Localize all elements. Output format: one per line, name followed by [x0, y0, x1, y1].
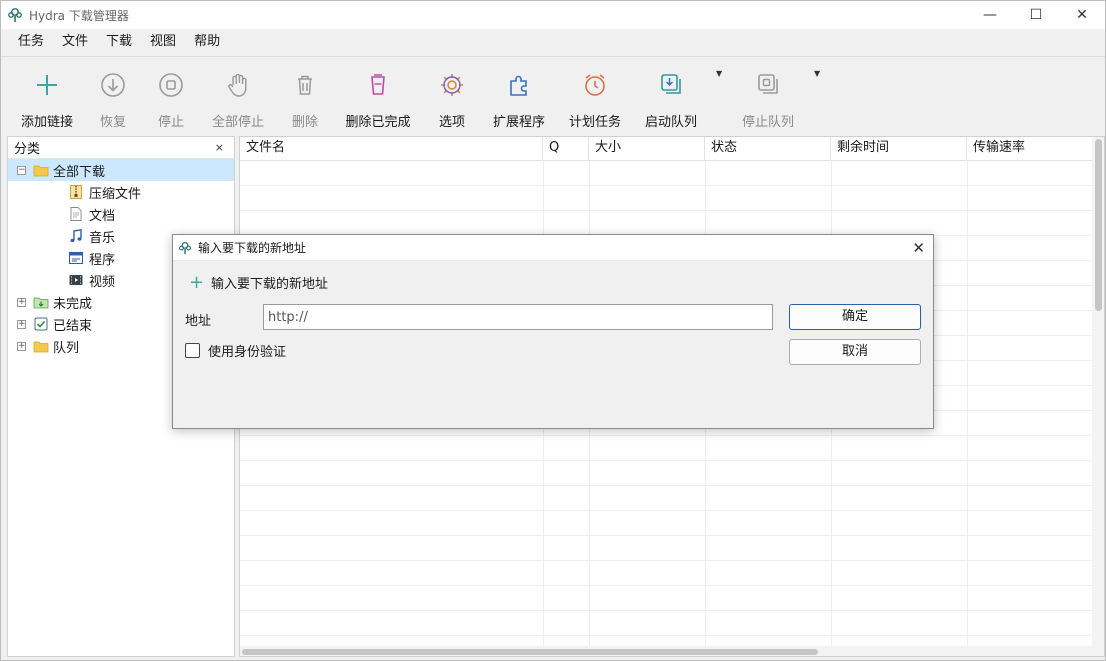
- category-panel-header: 分类 ×: [8, 137, 234, 159]
- tree-expand-icon[interactable]: +: [17, 297, 26, 307]
- stop-button[interactable]: 停止: [151, 57, 191, 133]
- video-film-icon: [69, 275, 83, 285]
- table-row[interactable]: [240, 161, 1092, 186]
- horizontal-scrollbar-thumb[interactable]: [242, 649, 818, 655]
- resume-button[interactable]: 恢复: [93, 57, 133, 133]
- table-row[interactable]: [240, 211, 1092, 236]
- menu-file[interactable]: 文件: [53, 29, 97, 55]
- hydra-logo-icon: [179, 241, 191, 254]
- horizontal-scrollbar[interactable]: [240, 646, 1104, 656]
- vertical-scrollbar-thumb[interactable]: [1095, 139, 1102, 311]
- address-label: 地址: [185, 314, 212, 329]
- table-row[interactable]: [240, 536, 1092, 561]
- menu-help[interactable]: 帮助: [185, 29, 229, 55]
- alarm-clock-icon: [585, 74, 605, 96]
- download-circle-icon: [101, 73, 125, 97]
- stop-queue-dropdown-icon[interactable]: ▼: [814, 69, 820, 78]
- plus-icon: [37, 75, 57, 95]
- unfinished-folder-icon: [33, 297, 49, 309]
- column-header-transfer-rate[interactable]: 传输速率: [967, 137, 1092, 161]
- window-controls: — ☐ ✕: [967, 1, 1105, 29]
- column-divider: [967, 161, 968, 648]
- dialog-heading: + 输入要下载的新地址: [189, 271, 329, 293]
- zip-file-icon: [70, 185, 82, 199]
- main-window: Hydra 下载管理器 — ☐ ✕ 任务 文件 下载 视图 帮助 添加链接 恢复…: [0, 0, 1106, 661]
- menu-task[interactable]: 任务: [9, 29, 53, 55]
- column-header-q[interactable]: Q: [543, 137, 589, 161]
- options-button[interactable]: 选项: [433, 57, 471, 133]
- cup-icon: [371, 74, 385, 95]
- table-row[interactable]: [240, 511, 1092, 536]
- stop-circle-icon: [159, 73, 183, 97]
- start-queue-dropdown-icon[interactable]: ▼: [716, 69, 722, 78]
- hand-icon: [228, 73, 247, 97]
- use-authentication-row[interactable]: 使用身份验证: [185, 341, 286, 360]
- start-queue-button[interactable]: 启动队列: [641, 57, 701, 133]
- puzzle-icon: [510, 75, 527, 96]
- stop-all-button[interactable]: 全部停止: [209, 57, 267, 133]
- table-header: 文件名 Q 大小 状态 剩余时间 传输速率: [240, 137, 1092, 161]
- document-icon: [70, 207, 82, 221]
- tree-item-compressed[interactable]: 压缩文件: [8, 181, 234, 203]
- plus-icon: +: [189, 271, 205, 293]
- folder-icon: [33, 165, 49, 177]
- column-header-time-left[interactable]: 剩余时间: [831, 137, 967, 161]
- table-row[interactable]: [240, 436, 1092, 461]
- category-panel-close-icon[interactable]: ×: [215, 141, 224, 154]
- menu-download[interactable]: 下载: [97, 29, 141, 55]
- close-button[interactable]: ✕: [1059, 1, 1105, 29]
- trash-icon: [298, 75, 312, 95]
- title-bar: Hydra 下载管理器 — ☐ ✕: [1, 1, 1105, 29]
- tree-collapse-icon[interactable]: −: [17, 165, 26, 175]
- menu-view[interactable]: 视图: [141, 29, 185, 55]
- dialog-title: 输入要下载的新地址: [198, 241, 307, 255]
- toolbar: 添加链接 恢复 停止 全部停止 删除 删除已完成 选项 扩展程序 计划任务 启动…: [1, 56, 1105, 132]
- music-note-icon: [70, 228, 82, 243]
- extensions-button[interactable]: 扩展程序: [491, 57, 547, 133]
- table-row[interactable]: [240, 611, 1092, 636]
- check-box-icon: [34, 317, 48, 331]
- column-header-filename[interactable]: 文件名: [240, 137, 543, 161]
- delete-completed-button[interactable]: 删除已完成: [343, 57, 413, 133]
- scheduler-button[interactable]: 计划任务: [567, 57, 623, 133]
- category-panel-title: 分类: [14, 142, 41, 157]
- maximize-button[interactable]: ☐: [1013, 1, 1059, 29]
- window-title: Hydra 下载管理器: [29, 8, 129, 23]
- ok-button[interactable]: 确定: [789, 304, 921, 330]
- delete-button[interactable]: 删除: [287, 57, 323, 133]
- dialog-close-icon[interactable]: ✕: [912, 239, 925, 257]
- queue-stop-icon: [758, 74, 778, 94]
- tree-item-all-downloads[interactable]: − 全部下载: [8, 159, 234, 181]
- minimize-button[interactable]: —: [967, 1, 1013, 29]
- queue-download-icon: [661, 74, 681, 94]
- table-row[interactable]: [240, 486, 1092, 511]
- address-input[interactable]: [263, 304, 773, 330]
- new-address-dialog: 输入要下载的新地址 ✕ + 输入要下载的新地址 地址 使用身份验证 确定 取消: [172, 234, 934, 429]
- tree-expand-icon[interactable]: +: [17, 341, 26, 351]
- stop-queue-button[interactable]: 停止队列: [739, 57, 797, 133]
- use-authentication-checkbox[interactable]: [185, 343, 200, 358]
- table-row[interactable]: [240, 461, 1092, 486]
- hydra-logo-icon: [8, 8, 22, 22]
- gear-icon: [441, 74, 463, 96]
- table-row[interactable]: [240, 586, 1092, 611]
- add-link-button[interactable]: 添加链接: [19, 57, 75, 133]
- table-row[interactable]: [240, 186, 1092, 211]
- table-row[interactable]: [240, 561, 1092, 586]
- tree-item-documents[interactable]: 文档: [8, 203, 234, 225]
- cancel-button[interactable]: 取消: [789, 339, 921, 365]
- program-window-icon: [69, 252, 83, 264]
- folder-icon: [33, 341, 49, 353]
- dialog-title-bar: 输入要下载的新地址 ✕: [173, 235, 933, 261]
- use-authentication-label: 使用身份验证: [208, 345, 287, 360]
- tree-expand-icon[interactable]: +: [17, 319, 26, 329]
- column-header-status[interactable]: 状态: [705, 137, 831, 161]
- vertical-scrollbar[interactable]: [1092, 137, 1104, 647]
- column-header-size[interactable]: 大小: [589, 137, 705, 161]
- menu-bar: 任务 文件 下载 视图 帮助: [1, 29, 1105, 55]
